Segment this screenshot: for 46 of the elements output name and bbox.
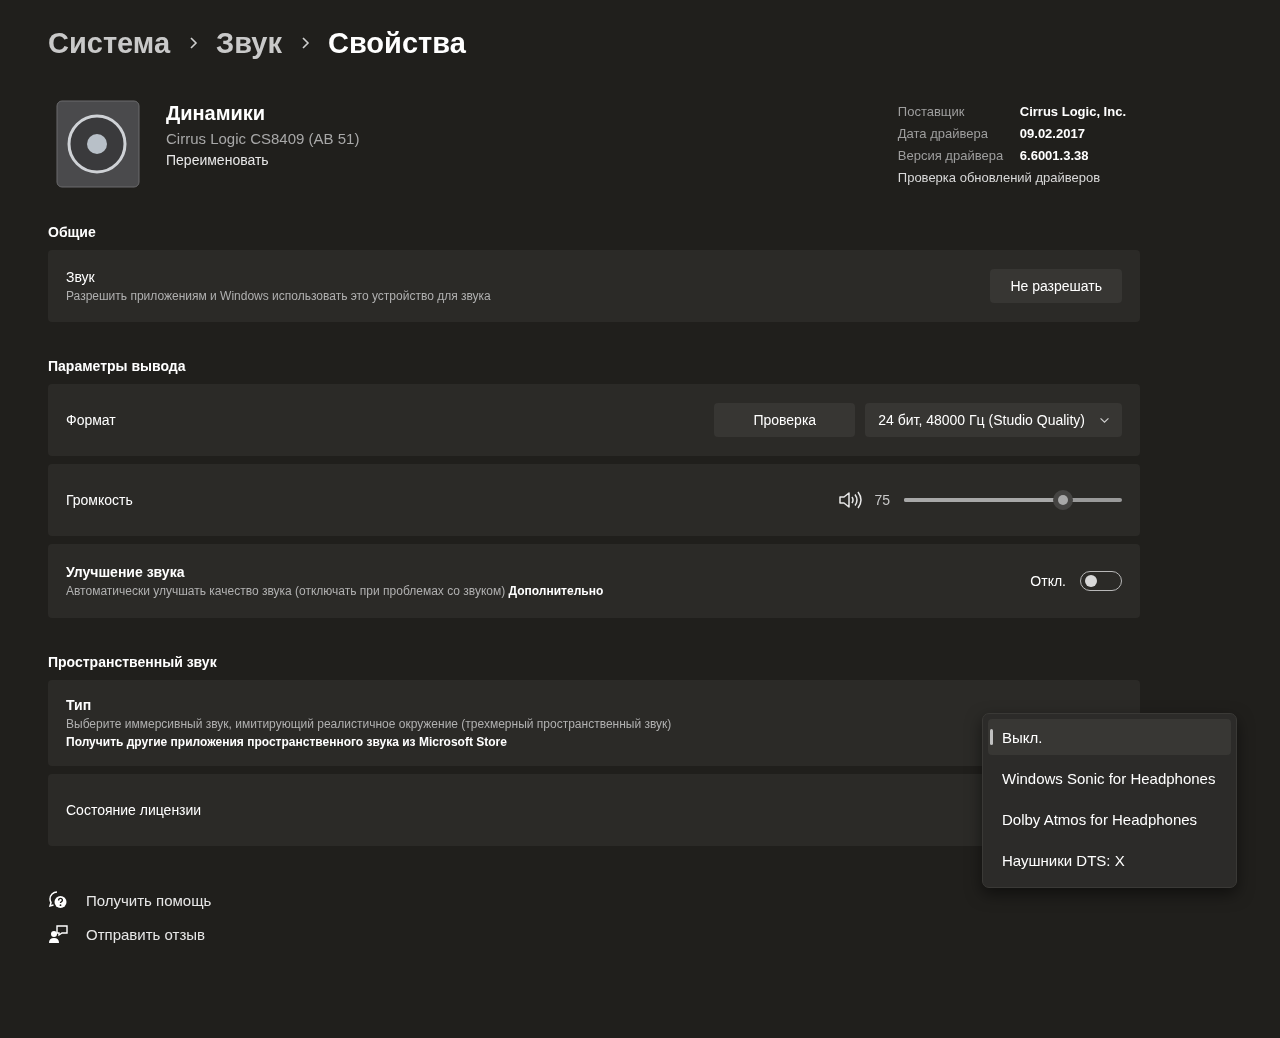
speaker-volume-icon[interactable] [838,490,863,510]
setting-title: Звук [66,269,96,285]
info-value: 6.6001.3.38 [1019,148,1090,163]
store-link[interactable]: Получить другие приложения пространственного звука из Microsoft Store [66,735,672,749]
help-icon [48,890,68,910]
disallow-button[interactable]: Не разрешать [990,269,1122,303]
info-value: Cirrus Logic, Inc. [1019,104,1126,119]
section-heading: Общие [48,224,97,240]
menu-item[interactable]: Наушники DTS: X [988,840,1231,881]
menu-item[interactable]: Windows Sonic for Headphones [988,758,1231,799]
device-name: Динамики [166,102,267,125]
setting-title: Формат [66,412,116,428]
info-value: 09.02.2017 [1019,126,1086,141]
format-dropdown[interactable]: 24 бит, 48000 Гц (Studio Quality) [865,403,1122,437]
info-label: Версия драйвера [897,148,1005,163]
driver-update-link[interactable]: Проверка обновлений драйверов [897,170,1126,185]
setting-title: Громкость [66,492,133,508]
setting-description: Разрешить приложениям и Windows использовать это устройство для звука [66,289,491,303]
toggle-state-label: Откл. [1030,573,1066,589]
chevron-icon [299,36,310,50]
setting-title: Тип [66,697,93,713]
menu-item[interactable]: Dolby Atmos for Headphones [988,799,1231,840]
breadcrumb-item[interactable]: Система [48,26,171,60]
setting-title: Состояние лицензии [66,802,202,818]
chevron-down-icon [1099,416,1110,424]
info-label: Поставщик [897,104,966,119]
section-heading: Параметры вывода [48,358,187,374]
test-button[interactable]: Проверка [714,403,856,437]
feedback-icon [48,924,68,944]
menu-item[interactable]: Выкл. [988,719,1231,755]
rename-link[interactable]: Переименовать [166,152,360,168]
setting-description: Автоматически улучшать качество звука (отключать при проблемах со звуком) Дополнительно [66,584,604,598]
chevron-icon [188,36,199,50]
footer-link[interactable]: Отправить отзыв [48,924,1280,944]
speaker-icon [56,98,140,188]
breadcrumb-item: Свойства [327,26,466,60]
more-link[interactable]: Дополнительно [508,584,604,598]
device-model: Cirrus Logic CS8409 (AB 51) [166,130,360,147]
info-label: Дата драйвера [897,126,989,141]
volume-reading: 75 [874,492,890,508]
setting-title: Улучшение звука [66,564,186,580]
setting-description: Выберите иммерсивный звук, имитирующий реалистичное окружение (трехмерный пространственный звук) [66,717,672,731]
breadcrumb-item[interactable]: Звук [216,26,282,60]
section-heading: Пространственный звук [48,654,218,670]
footer-link[interactable]: Получить помощь [48,890,1280,910]
volume-slider[interactable] [904,490,1122,510]
